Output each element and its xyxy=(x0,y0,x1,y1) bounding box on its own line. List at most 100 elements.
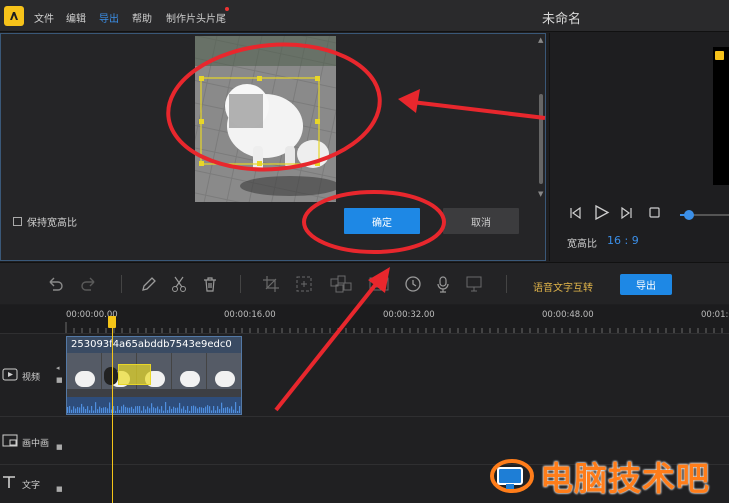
playhead-line xyxy=(112,328,113,503)
keep-ratio-checkbox[interactable] xyxy=(13,217,22,226)
pip-track-label: 画中画 xyxy=(22,439,50,449)
video-track-header: 视频 ◂ ■ xyxy=(0,334,64,416)
waveform-bar xyxy=(185,409,187,413)
toolbar-divider xyxy=(506,275,507,293)
waveform-bar xyxy=(147,406,149,413)
crop-region-marker[interactable] xyxy=(118,364,151,385)
duration-icon[interactable] xyxy=(404,275,422,293)
waveform-bar xyxy=(199,407,201,413)
speech-to-text-button[interactable]: 语音文字互转 xyxy=(533,279,593,294)
zoom-icon[interactable] xyxy=(295,275,313,293)
waveform-bar xyxy=(79,407,81,413)
waveform-bar xyxy=(133,408,135,413)
keep-ratio-option[interactable]: 保持宽高比 xyxy=(13,214,77,229)
freeze-frame-icon[interactable] xyxy=(368,275,390,293)
waveform-bar xyxy=(129,407,131,413)
preview-screen xyxy=(713,47,729,185)
volume-icon[interactable]: ◂ xyxy=(56,364,60,372)
prev-frame-icon[interactable] xyxy=(568,206,582,220)
cancel-button[interactable]: 取消 xyxy=(443,208,519,234)
mosaic-icon[interactable] xyxy=(330,275,352,293)
waveform-bar xyxy=(217,406,219,413)
waveform-bar xyxy=(69,406,71,413)
waveform-bar xyxy=(161,406,163,413)
waveform-bar xyxy=(171,408,173,413)
stop-icon[interactable] xyxy=(648,206,661,219)
crop-dialog: ▲ ▼ 保持宽高比 确定 取消 xyxy=(0,33,546,261)
waveform-bar xyxy=(151,403,153,413)
pencil-icon[interactable] xyxy=(140,275,158,293)
clip-thumbnail xyxy=(67,353,102,397)
waveform-bar xyxy=(107,408,109,413)
confirm-button[interactable]: 确定 xyxy=(344,208,420,234)
waveform-bar xyxy=(67,407,69,413)
play-icon[interactable] xyxy=(593,204,610,221)
waveform-bar xyxy=(159,409,161,413)
waveform-bar xyxy=(153,407,155,413)
lock-icon[interactable]: ■ xyxy=(56,485,63,493)
waveform-bar xyxy=(149,408,151,413)
trash-icon[interactable] xyxy=(201,275,219,293)
menu-export[interactable]: 导出 xyxy=(99,10,119,25)
waveform-bar xyxy=(85,409,87,413)
scissors-icon[interactable] xyxy=(170,275,188,293)
waveform-bar xyxy=(223,407,225,413)
window-title: 未命名 xyxy=(542,12,582,27)
waveform-bar xyxy=(119,409,121,413)
waveform-bar xyxy=(203,408,205,413)
clip-name: 253093f4a65abddb7543e9edc0 xyxy=(71,339,232,350)
waveform-bar xyxy=(77,407,79,413)
keep-ratio-label: 保持宽高比 xyxy=(27,218,77,229)
crop-icon[interactable] xyxy=(262,275,280,293)
waveform-bar xyxy=(195,406,197,413)
waveform-bar xyxy=(135,406,137,413)
menu-file[interactable]: 文件 xyxy=(34,10,54,25)
waveform-bar xyxy=(231,406,233,413)
scroll-down-icon[interactable]: ▼ xyxy=(538,190,543,198)
waveform-bar xyxy=(113,406,115,413)
waveform-bar xyxy=(105,407,107,413)
volume-knob[interactable] xyxy=(684,210,694,220)
text-track-label: 文字 xyxy=(22,481,41,491)
waveform-bar xyxy=(75,408,77,413)
waveform-bar xyxy=(187,406,189,413)
waveform-bar xyxy=(211,410,213,413)
volume-slider[interactable] xyxy=(680,210,729,220)
clip-thumbnail xyxy=(172,353,207,397)
ruler-label: 00:01:0 xyxy=(701,310,729,320)
next-frame-icon[interactable] xyxy=(620,206,634,220)
export-button[interactable]: 导出 xyxy=(620,274,672,295)
waveform-bar xyxy=(131,406,133,413)
lock-icon[interactable]: ■ xyxy=(56,443,63,451)
video-clip[interactable]: 253093f4a65abddb7543e9edc0 xyxy=(66,336,242,415)
menu-help[interactable]: 帮助 xyxy=(132,10,152,25)
waveform-bar xyxy=(83,406,85,413)
waveform-bar xyxy=(155,408,157,413)
waveform-bar xyxy=(81,403,83,413)
scrollbar[interactable] xyxy=(539,94,543,184)
redo-icon[interactable] xyxy=(80,275,98,293)
menu-edit[interactable]: 编辑 xyxy=(66,10,86,25)
waveform-bar xyxy=(157,406,159,413)
waveform-bar xyxy=(139,406,141,413)
waveform-bar xyxy=(143,406,145,413)
waveform-bar xyxy=(169,406,171,413)
microphone-icon[interactable] xyxy=(434,275,452,293)
playhead-handle[interactable] xyxy=(108,316,116,328)
video-track-icon xyxy=(2,368,18,381)
waveform-bar xyxy=(97,409,99,413)
screen-record-icon[interactable] xyxy=(465,275,483,293)
waveform-bar xyxy=(181,408,183,413)
menu-intro-outro[interactable]: 制作片头片尾 xyxy=(166,10,226,25)
waveform-bar xyxy=(197,408,199,413)
crop-preview-image xyxy=(195,36,336,202)
watermark-logo-icon xyxy=(490,459,534,493)
undo-icon[interactable] xyxy=(46,275,64,293)
waveform-bar xyxy=(145,409,147,413)
scroll-up-icon[interactable]: ▲ xyxy=(538,36,543,44)
aspect-ratio-value[interactable]: 16 : 9 xyxy=(607,234,639,247)
waveform-bar xyxy=(93,410,95,413)
waveform-bar xyxy=(225,407,227,413)
lock-icon[interactable]: ■ xyxy=(56,376,63,384)
waveform-bar xyxy=(103,407,105,413)
